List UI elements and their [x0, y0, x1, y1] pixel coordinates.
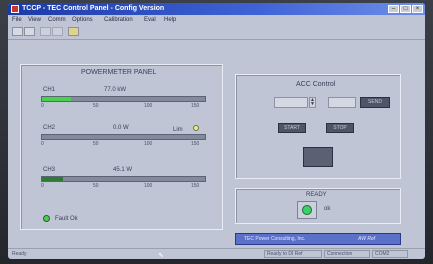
meter-2-label: CH2: [43, 125, 56, 131]
meter-2-ticks: 0 50 100 150: [41, 141, 200, 147]
toolbar-button-3[interactable]: [40, 27, 51, 36]
status-field-3: COM2: [372, 250, 408, 258]
brand-banner: TEC Power Consulting, Inc. AW Ref: [235, 233, 401, 245]
close-button[interactable]: ×: [412, 5, 423, 13]
meter-3-value: 45.1 W: [113, 167, 133, 173]
menu-view[interactable]: View: [28, 15, 41, 25]
status-field-1: Ready to DI Ref: [264, 250, 322, 258]
ready-led-icon: [302, 205, 312, 215]
help-icon[interactable]: [68, 27, 79, 36]
ready-panel: READY ok: [235, 188, 401, 224]
acc-action-button[interactable]: [303, 147, 333, 167]
status-field-2: Connection: [324, 250, 370, 258]
start-button[interactable]: START: [278, 123, 306, 133]
meter-1-bar: [41, 96, 206, 102]
readback-field: [328, 97, 356, 108]
meter-3-fill: [42, 177, 64, 181]
app-window: TCCP - TEC Control Panel - Config Versio…: [8, 3, 425, 259]
toolbar-button-4[interactable]: [52, 27, 63, 36]
fault-status-led-icon: [43, 215, 50, 222]
toolbar-button-2[interactable]: [24, 27, 35, 36]
powermeter-panel-title: POWERMETER PANEL: [81, 69, 157, 76]
meter-1-ticks: 0 50 100 150: [41, 103, 200, 109]
meter-3-bar: [41, 176, 206, 182]
maximize-button[interactable]: □: [400, 5, 411, 13]
window-title: TCCP - TEC Control Panel - Config Versio…: [22, 5, 165, 12]
ready-title: READY: [306, 192, 327, 198]
meter-1-label: CH1: [43, 87, 56, 93]
menu-comm[interactable]: Comm: [48, 15, 66, 25]
meter-3-ticks: 0 50 100 150: [41, 183, 200, 189]
acc-control-title: ACC Control: [296, 81, 336, 88]
meter-1-value: 77.0 kW: [104, 87, 127, 93]
menu-options[interactable]: Options: [72, 15, 93, 25]
toolbar: [8, 25, 425, 40]
menu-help[interactable]: Help: [164, 15, 176, 25]
fault-status-label: Fault Ok: [55, 216, 78, 222]
powermeter-panel: POWERMETER PANEL CH1 77.0 kW 0 50 100 15…: [20, 64, 223, 230]
brand-banner-tag: AW Ref: [358, 236, 376, 242]
status-left: Ready: [12, 251, 27, 257]
minimize-button[interactable]: –: [388, 5, 399, 13]
cursor-icon: ⬉: [158, 252, 164, 259]
setpoint-input[interactable]: [274, 97, 308, 108]
acc-control-panel: ACC Control ▲ ▼ SEND START STOP: [235, 74, 401, 179]
menu-file[interactable]: File: [12, 15, 22, 25]
menu-bar: File View Comm Options Calibration Eval …: [8, 15, 425, 25]
meter-2-indicator-label: Lim: [173, 127, 183, 133]
menu-calibration[interactable]: Calibration: [104, 15, 133, 25]
app-icon[interactable]: [11, 5, 19, 13]
meter-2-value: 0.0 W: [113, 125, 129, 131]
status-bar: Ready ⬉ Ready to DI Ref Connection COM2: [8, 248, 425, 259]
stop-button[interactable]: STOP: [326, 123, 354, 133]
menu-eval[interactable]: Eval: [144, 15, 156, 25]
ready-led-label: ok: [324, 206, 331, 212]
meter-3-label: CH3: [43, 167, 56, 173]
title-bar: TCCP - TEC Control Panel - Config Versio…: [8, 3, 425, 15]
meter-1-fill: [42, 97, 72, 101]
send-button[interactable]: SEND: [360, 97, 390, 108]
limit-indicator-icon: [193, 125, 199, 131]
setpoint-spinner-icon[interactable]: ▲ ▼: [309, 97, 316, 108]
meter-2-bar: [41, 134, 206, 140]
brand-banner-text: TEC Power Consulting, Inc.: [244, 236, 306, 242]
toolbar-button-1[interactable]: [12, 27, 23, 36]
main-content: POWERMETER PANEL CH1 77.0 kW 0 50 100 15…: [8, 40, 425, 248]
ready-indicator-button[interactable]: [297, 201, 317, 219]
